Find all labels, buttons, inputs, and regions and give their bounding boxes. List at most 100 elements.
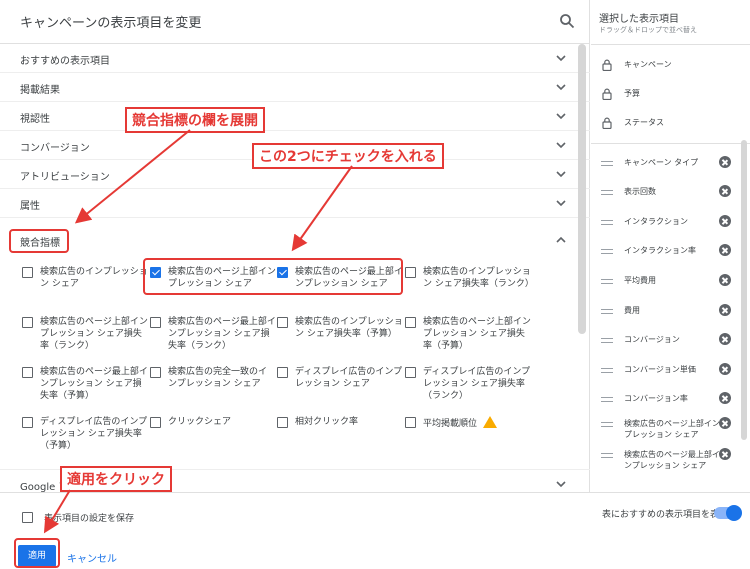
remove-icon[interactable]	[719, 185, 731, 197]
category-competitive[interactable]: 競合指標	[0, 226, 590, 255]
selected-panel-title: 選択した表示項目	[599, 14, 679, 25]
scrollbar[interactable]	[578, 44, 586, 334]
drag-handle-icon[interactable]	[601, 161, 613, 166]
checkbox[interactable]	[22, 317, 33, 328]
category-label: 掲載結果	[20, 85, 60, 96]
suggest-columns-toggle[interactable]	[714, 505, 742, 521]
category-label: アトリビューション	[20, 172, 110, 183]
category-performance[interactable]: 掲載結果	[0, 73, 590, 102]
drag-handle-icon[interactable]	[601, 249, 613, 254]
checkbox[interactable]	[405, 317, 416, 328]
drag-handle-icon[interactable]	[601, 309, 613, 314]
category-label: 属性	[20, 201, 40, 212]
category-recommended[interactable]: おすすめの表示項目	[0, 44, 590, 73]
option-label: ディスプレイ広告のインプレッション シェア	[295, 367, 403, 389]
panel-title: キャンペーンの表示項目を変更	[20, 16, 202, 31]
column-name: インタラクション率	[624, 246, 696, 255]
option-label: 検索広告のページ上部インプレッション シェア損失率（予算）	[423, 317, 531, 351]
suggest-columns-label: 表におすすめの表示項目を表示	[602, 510, 729, 520]
highlight-competitive-category	[9, 229, 69, 253]
remove-icon[interactable]	[719, 156, 731, 168]
column-name: 予算	[624, 89, 640, 98]
drag-handle-icon[interactable]	[601, 190, 613, 195]
chevron-up-icon	[556, 236, 566, 243]
column-name: 費用	[624, 306, 640, 315]
column-name: 検索広告のページ最上部インプレッション シェア	[624, 450, 720, 470]
warning-icon	[483, 416, 498, 428]
column-name: コンバージョン	[624, 335, 680, 344]
footer-bar: 表示項目の設定を保存 表におすすめの表示項目を表示 適用 キャンセル	[0, 492, 750, 569]
category-attributes[interactable]: 属性	[0, 189, 590, 218]
option-label: 平均掲載順位	[423, 416, 531, 430]
drag-handle-icon[interactable]	[601, 397, 613, 402]
divider	[591, 44, 750, 45]
lock-icon	[602, 59, 612, 71]
remove-icon[interactable]	[719, 363, 731, 375]
annotation-check-two: この2つにチェックを入れる	[252, 143, 444, 169]
remove-icon[interactable]	[719, 244, 731, 256]
remove-icon[interactable]	[719, 304, 731, 316]
chevron-down-icon	[556, 84, 566, 91]
cancel-button[interactable]: キャンセル	[67, 550, 117, 565]
selected-columns-panel: 選択した表示項目 ドラッグ＆ドロップで並べ替え キャンペーン 予算 ステータス …	[591, 0, 750, 492]
option-label: 検索広告のインプレッション シェア	[40, 267, 148, 289]
checkbox[interactable]	[150, 417, 161, 428]
annotation-expand: 競合指標の欄を展開	[125, 107, 265, 133]
option-label: ディスプレイ広告のインプレッション シェア損失率（ランク）	[423, 367, 531, 401]
column-name: キャンペーン タイプ	[624, 158, 699, 167]
lock-icon	[602, 88, 612, 100]
category-label: おすすめの表示項目	[20, 56, 110, 67]
option-label: 検索広告のページ上部インプレッション シェア損失率（ランク）	[40, 317, 148, 351]
checkbox[interactable]	[277, 367, 288, 378]
checkbox[interactable]	[150, 367, 161, 378]
option-label: 検索広告のインプレッション シェア損失率（予算）	[295, 317, 403, 339]
chevron-down-icon	[556, 55, 566, 62]
checkbox[interactable]	[150, 317, 161, 328]
checkbox[interactable]	[22, 267, 33, 278]
drag-handle-icon[interactable]	[601, 338, 613, 343]
remove-icon[interactable]	[719, 333, 731, 345]
column-name: インタラクション	[624, 217, 688, 226]
remove-icon[interactable]	[719, 274, 731, 286]
column-name: キャンペーン	[624, 60, 672, 69]
save-settings-checkbox[interactable]	[22, 512, 33, 523]
checkbox[interactable]	[405, 367, 416, 378]
divider	[591, 143, 750, 144]
column-name: コンバージョン率	[624, 394, 688, 403]
search-icon[interactable]	[559, 13, 575, 29]
category-viewability[interactable]: 視認性	[0, 102, 590, 131]
remove-icon[interactable]	[719, 417, 731, 429]
category-label: コンバージョン	[20, 143, 90, 154]
option-label: 検索広告のインプレッション シェア損失率（ランク）	[423, 267, 534, 289]
remove-icon[interactable]	[719, 448, 731, 460]
chevron-down-icon	[556, 200, 566, 207]
checkbox[interactable]	[22, 367, 33, 378]
remove-icon[interactable]	[719, 215, 731, 227]
checkbox[interactable]	[277, 417, 288, 428]
option-label-text: 平均掲載順位	[423, 419, 478, 429]
column-name: 検索広告のページ上部インプレッション シェア	[624, 419, 720, 439]
column-name: 表示回数	[624, 187, 656, 196]
chevron-down-icon	[556, 142, 566, 149]
drag-handle-icon[interactable]	[601, 422, 613, 427]
checkbox[interactable]	[405, 417, 416, 428]
column-name: コンバージョン単価	[624, 365, 696, 374]
option-label: 検索広告のページ最上部インプレッション シェア損失率（予算）	[40, 367, 148, 401]
checkbox[interactable]	[405, 267, 416, 278]
remove-icon[interactable]	[719, 392, 731, 404]
checkbox[interactable]	[22, 417, 33, 428]
drag-handle-icon[interactable]	[601, 368, 613, 373]
column-name: ステータス	[624, 118, 664, 127]
drag-handle-icon[interactable]	[601, 279, 613, 284]
column-name: 平均費用	[624, 276, 656, 285]
option-label: 検索広告のページ最上部インプレッション シェア損失率（ランク）	[168, 317, 276, 351]
scrollbar[interactable]	[741, 140, 747, 440]
drag-handle-icon[interactable]	[601, 453, 613, 458]
checkbox[interactable]	[277, 317, 288, 328]
annotation-click-apply: 適用をクリック	[60, 466, 172, 492]
drag-handle-icon[interactable]	[601, 220, 613, 225]
toggle-knob	[726, 505, 742, 521]
selected-panel-subtitle: ドラッグ＆ドロップで並べ替え	[599, 26, 697, 34]
option-label: クリックシェア	[168, 417, 232, 427]
option-label: 検索広告の完全一致のインプレッション シェア	[168, 367, 268, 389]
